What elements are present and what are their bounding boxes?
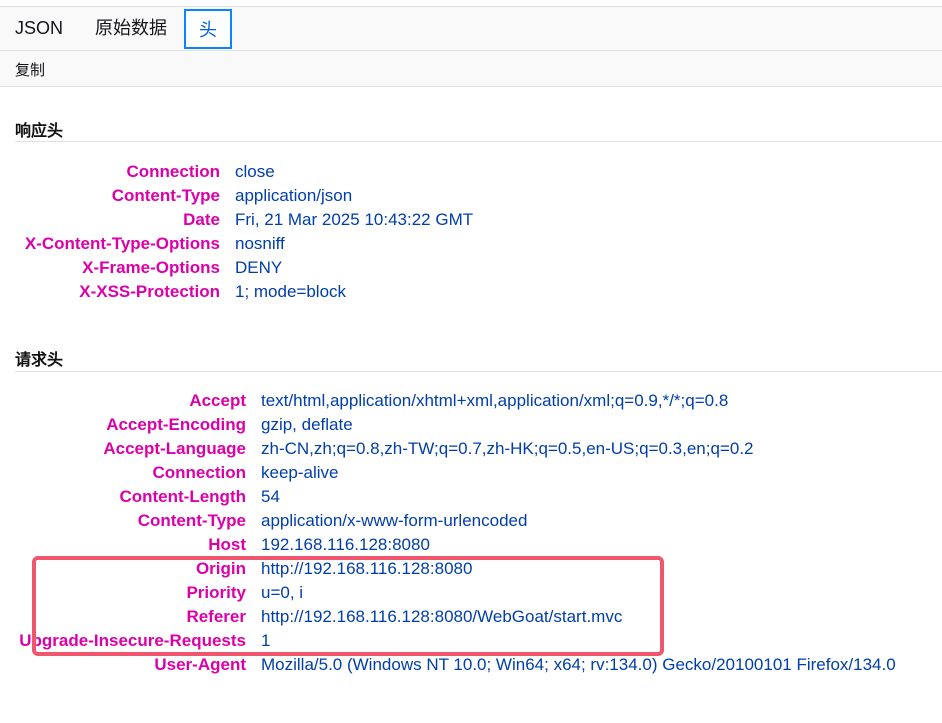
- header-name: Content-Type: [111, 186, 220, 205]
- header-name: X-XSS-Protection: [79, 282, 220, 301]
- header-name: Accept: [189, 391, 246, 410]
- header-value: Fri, 21 Mar 2025 10:43:22 GMT: [235, 210, 474, 229]
- header-name: Referer: [186, 607, 246, 626]
- header-value: http://192.168.116.128:8080/WebGoat/star…: [261, 607, 623, 626]
- header-name: User-Agent: [154, 655, 246, 674]
- header-value: text/html,application/xhtml+xml,applicat…: [261, 391, 729, 410]
- header-name: Accept-Encoding: [106, 415, 246, 434]
- header-name: Date: [183, 210, 220, 229]
- divider: [15, 371, 942, 372]
- request-headers-title[interactable]: 请求头: [15, 346, 63, 370]
- header-value: zh-CN,zh;q=0.8,zh-TW;q=0.7,zh-HK;q=0.5,e…: [261, 439, 754, 458]
- header-value: close: [235, 162, 275, 181]
- header-name: Connection: [126, 162, 221, 181]
- header-value: 1; mode=block: [235, 282, 347, 301]
- header-name: Host: [208, 535, 246, 554]
- header-value: application/json: [235, 186, 353, 205]
- header-value: 192.168.116.128:8080: [261, 535, 430, 554]
- header-value: u=0, i: [261, 583, 304, 602]
- header-name: Accept-Language: [103, 439, 246, 458]
- divider: [15, 141, 942, 142]
- header-value: application/x-www-form-urlencoded: [261, 511, 528, 530]
- tab-raw-data[interactable]: 原始数据: [86, 7, 176, 50]
- header-name: X-Frame-Options: [82, 258, 220, 277]
- header-name: Content-Type: [137, 511, 246, 530]
- toolbar: 复制: [0, 51, 942, 87]
- header-value: http://192.168.116.128:8080: [261, 559, 473, 578]
- tab-headers[interactable]: 头: [184, 9, 232, 49]
- tab-json[interactable]: JSON: [10, 7, 68, 50]
- header-name: Upgrade-Insecure-Requests: [19, 631, 246, 650]
- header-value: keep-alive: [261, 463, 339, 482]
- response-headers-title[interactable]: 响应头: [15, 117, 63, 141]
- header-value: 1: [261, 631, 271, 650]
- header-name: X-Content-Type-Options: [24, 234, 220, 253]
- header-value: Mozilla/5.0 (Windows NT 10.0; Win64; x64…: [261, 655, 896, 674]
- header-value: gzip, deflate: [261, 415, 353, 434]
- header-name: Content-Length: [119, 487, 246, 506]
- tab-bar: JSON 原始数据 头: [0, 6, 942, 51]
- header-value: 54: [261, 487, 280, 506]
- header-name: Origin: [195, 559, 246, 578]
- header-name: Priority: [186, 583, 246, 602]
- header-value: DENY: [235, 258, 283, 277]
- header-value: nosniff: [235, 234, 285, 253]
- copy-button[interactable]: 复制: [15, 59, 45, 80]
- header-name: Connection: [152, 463, 247, 482]
